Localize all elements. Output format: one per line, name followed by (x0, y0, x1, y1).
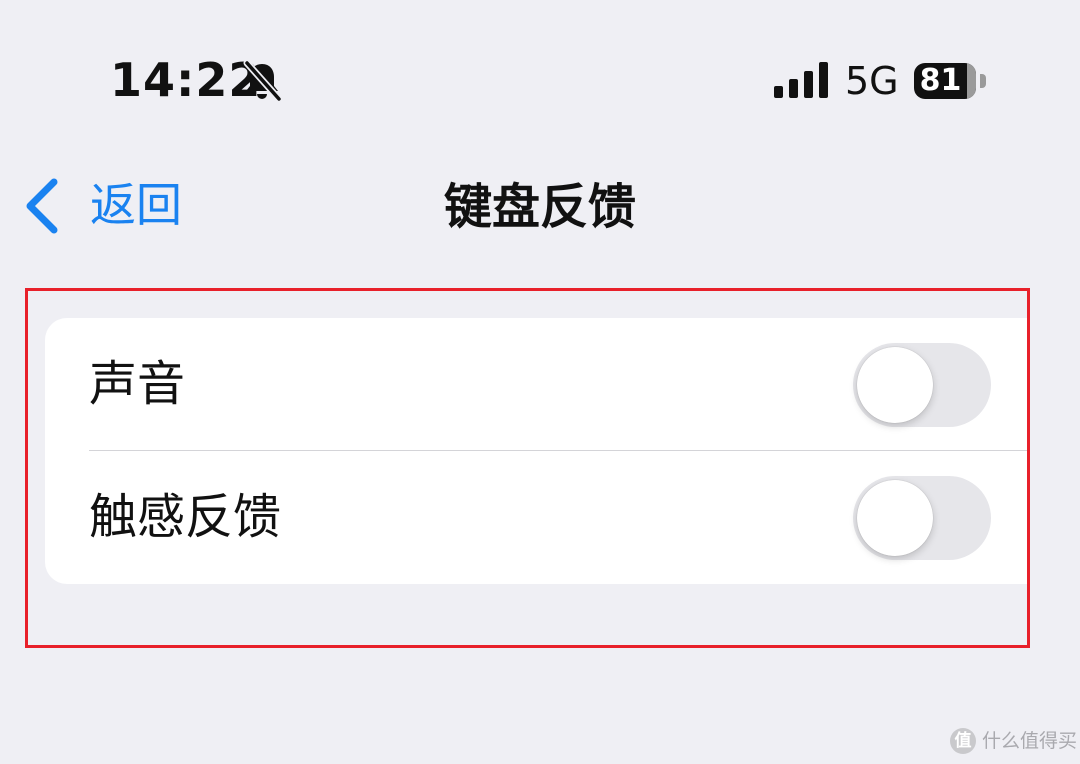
highlight-annotation-box (25, 288, 1030, 648)
page-title: 键盘反馈 (443, 179, 636, 235)
bell-slash-icon (243, 60, 282, 102)
watermark-text: 什么值得买 (982, 730, 1078, 752)
status-time: 14:22 (110, 53, 262, 107)
cellular-signal-icon (774, 62, 828, 98)
watermark: 值 什么值得买 (950, 726, 1078, 756)
battery-icon: 81 (914, 63, 976, 99)
battery-nub (980, 74, 986, 88)
network-type: 5G (845, 59, 899, 103)
battery-level: 81 (919, 63, 962, 98)
watermark-logo: 值 (950, 728, 976, 754)
